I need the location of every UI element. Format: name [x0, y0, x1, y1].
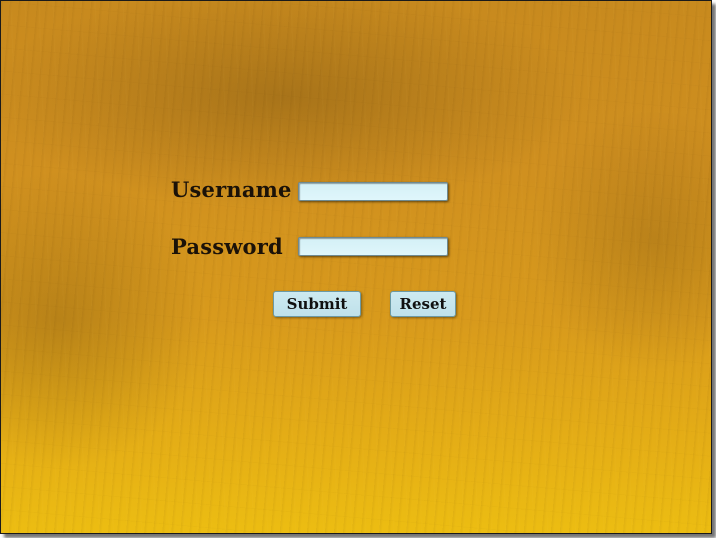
password-label: Password	[171, 234, 283, 259]
submit-button[interactable]: Submit	[273, 291, 361, 317]
password-input[interactable]	[298, 237, 448, 256]
reset-button[interactable]: Reset	[390, 291, 456, 317]
username-label: Username	[171, 177, 292, 202]
login-window: Username Password Submit Reset	[0, 0, 712, 534]
login-form: Username Password Submit Reset	[1, 1, 711, 533]
username-input[interactable]	[298, 182, 448, 201]
